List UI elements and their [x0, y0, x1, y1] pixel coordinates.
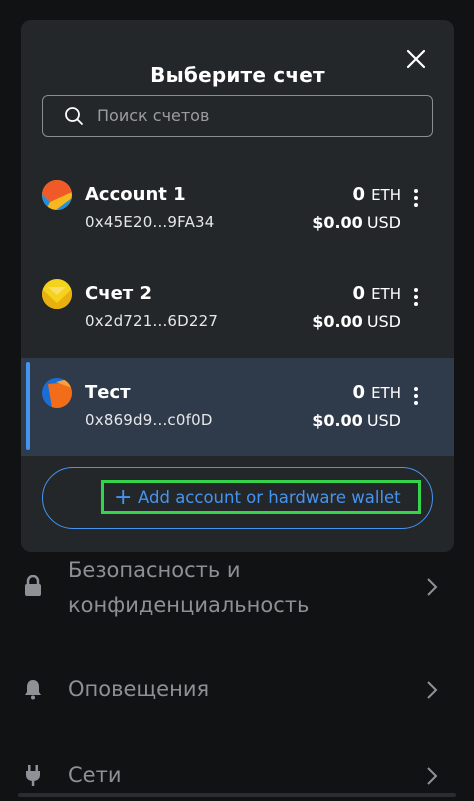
- account-name: Account 1: [85, 184, 186, 205]
- plug-icon: [26, 765, 40, 786]
- settings-item-notifications[interactable]: Оповещения: [0, 672, 474, 708]
- settings-item-networks[interactable]: Сети: [0, 758, 474, 794]
- account-row-account-2[interactable]: Счет 2 0x2d721...6D227 0 ETH $0.00 USD: [21, 259, 454, 357]
- fiat-amount: $0.00: [312, 213, 363, 232]
- settings-item-label: Безопасность и: [68, 558, 241, 582]
- balance-currency: ETH: [371, 186, 401, 204]
- selected-indicator: [26, 362, 30, 450]
- account-row-account-1[interactable]: Account 1 0x45E20...9FA34 0 ETH $0.00 USD: [21, 160, 454, 258]
- account-address: 0x869d9...c0f0D: [85, 411, 213, 429]
- settings-item-security[interactable]: Безопасность и конфиденциальность: [0, 553, 474, 625]
- account-address: 0x45E20...9FA34: [85, 213, 215, 231]
- settings-item-label: Сети: [68, 763, 122, 787]
- settings-item-label: Оповещения: [68, 677, 210, 701]
- account-avatar: [42, 180, 72, 210]
- balance-amount: 0: [352, 184, 366, 205]
- chevron-right-icon: [427, 767, 438, 785]
- account-balance: 0 ETH: [353, 382, 401, 403]
- account-avatar: [42, 279, 72, 309]
- account-options-icon[interactable]: [413, 189, 419, 209]
- account-fiat: $0.00 USD: [312, 213, 401, 232]
- fiat-currency: USD: [366, 312, 401, 331]
- account-address: 0x2d721...6D227: [85, 312, 219, 330]
- add-account-button[interactable]: + Add account or hardware wallet: [42, 467, 433, 529]
- fiat-currency: USD: [366, 213, 401, 232]
- account-fiat: $0.00 USD: [312, 411, 401, 430]
- account-row-test-selected[interactable]: Тест 0x869d9...c0f0D 0 ETH $0.00 USD: [21, 358, 454, 456]
- balance-amount: 0: [352, 382, 366, 403]
- fiat-amount: $0.00: [312, 411, 363, 430]
- account-balance: 0 ETH: [353, 283, 401, 304]
- account-name: Счет 2: [85, 283, 152, 304]
- divider: [18, 793, 456, 797]
- account-options-icon[interactable]: [413, 288, 419, 308]
- close-icon[interactable]: [404, 47, 428, 71]
- account-avatar: [42, 378, 72, 408]
- fiat-amount: $0.00: [312, 312, 363, 331]
- account-balance: 0 ETH: [353, 184, 401, 205]
- fiat-currency: USD: [366, 411, 401, 430]
- settings-item-label: конфиденциальность: [68, 593, 310, 617]
- chevron-right-icon: [427, 578, 438, 596]
- account-name: Тест: [85, 382, 131, 403]
- balance-currency: ETH: [371, 285, 401, 303]
- modal-title: Выберите счет: [150, 63, 325, 87]
- chevron-right-icon: [427, 681, 438, 699]
- balance-amount: 0: [352, 283, 366, 304]
- plus-icon: +: [114, 485, 133, 510]
- add-account-label: Add account or hardware wallet: [138, 488, 401, 507]
- highlight-box: + Add account or hardware wallet: [101, 480, 421, 514]
- account-fiat: $0.00 USD: [312, 312, 401, 331]
- search-icon: [65, 107, 83, 125]
- balance-currency: ETH: [371, 384, 401, 402]
- lock-icon: [25, 575, 41, 596]
- search-box: [42, 95, 433, 137]
- search-input[interactable]: [97, 96, 417, 135]
- account-options-icon[interactable]: [413, 387, 419, 407]
- account-selector-modal: Выберите счет Account 1 0x45E20...9FA34 …: [21, 20, 454, 552]
- bell-icon: [25, 680, 41, 700]
